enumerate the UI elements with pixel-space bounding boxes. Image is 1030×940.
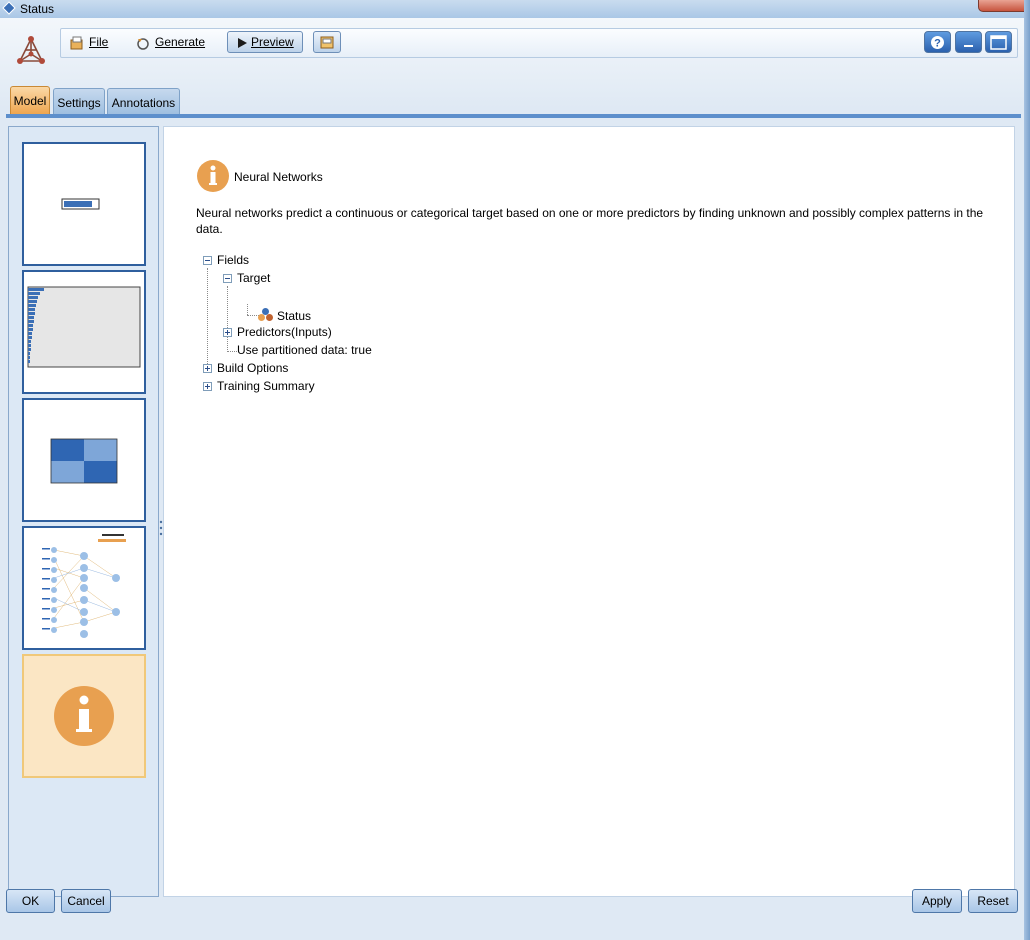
file-menu[interactable]: File — [67, 32, 108, 52]
generate-menu-label: Generate — [155, 35, 206, 49]
tree-node-partitioned[interactable]: Use partitioned data: true — [237, 343, 372, 357]
preview-button-label: Preview — [251, 35, 294, 49]
cancel-button[interactable]: Cancel — [61, 889, 111, 913]
matrix-icon — [50, 438, 118, 484]
tree-connector — [247, 304, 248, 315]
tree-node-fields[interactable]: Fields — [217, 253, 249, 267]
window-title: Status — [20, 2, 55, 16]
tree-node-target[interactable]: Target — [237, 271, 270, 285]
reset-button[interactable]: Reset — [968, 889, 1018, 913]
model-description: Neural networks predict a continuous or … — [196, 206, 984, 236]
bar-chart-thumbnail[interactable] — [22, 270, 146, 394]
network-diagram-thumbnail[interactable] — [22, 526, 146, 650]
tree-node-predictors[interactable]: Predictors(Inputs) — [237, 325, 332, 339]
ok-button[interactable]: OK — [6, 889, 55, 913]
tab-divider — [6, 114, 1021, 118]
tree-connector — [207, 268, 208, 368]
info-icon — [197, 160, 229, 192]
model-summary-panel: Neural Networks Neural networks predict … — [163, 126, 1015, 897]
training-summary-expand-toggle[interactable] — [203, 382, 212, 391]
generate-menu[interactable]: Generate — [133, 32, 205, 52]
categorical-field-icon — [258, 308, 273, 321]
info-large-icon — [54, 686, 114, 746]
preview-button[interactable]: Preview — [227, 31, 303, 53]
export-button[interactable] — [313, 31, 341, 53]
help-button[interactable]: ? — [924, 31, 951, 53]
neural-net-logo-icon — [17, 36, 45, 64]
maximize-icon — [990, 35, 1007, 50]
apply-button[interactable]: Apply — [912, 889, 962, 913]
view-thumbnail-panel — [8, 126, 159, 897]
tab-settings[interactable]: Settings — [53, 88, 105, 114]
predictors-expand-toggle[interactable] — [223, 328, 232, 337]
tree-node-status[interactable]: Status — [277, 309, 311, 323]
classification-matrix-thumbnail[interactable] — [22, 398, 146, 522]
target-collapse-toggle[interactable] — [223, 274, 232, 283]
bar-chart-icon — [27, 286, 141, 368]
build-options-expand-toggle[interactable] — [203, 364, 212, 373]
maximize-button[interactable] — [985, 31, 1012, 53]
tree-connector — [227, 351, 237, 352]
app-diamond-icon — [2, 1, 16, 15]
model-heading: Neural Networks — [234, 170, 323, 184]
fields-collapse-toggle[interactable] — [203, 256, 212, 265]
tab-model[interactable]: Model — [10, 86, 50, 114]
tree-connector — [227, 286, 228, 350]
network-icon — [42, 534, 126, 638]
generate-icon — [137, 38, 149, 50]
minimize-button[interactable] — [955, 31, 982, 53]
help-icon: ? — [931, 36, 944, 50]
play-icon — [238, 37, 247, 48]
title-bar: Status — [0, 0, 1030, 18]
minimize-icon — [964, 45, 973, 47]
predictor-importance-thumbnail[interactable] — [22, 142, 146, 266]
tree-node-build-options[interactable]: Build Options — [217, 361, 288, 375]
tree-node-training-summary[interactable]: Training Summary — [217, 379, 315, 393]
toolbar: File Generate Preview ? — [60, 28, 1018, 58]
file-menu-icon — [70, 36, 83, 50]
file-menu-label: File — [89, 35, 109, 49]
svg-text:?: ? — [934, 38, 941, 50]
export-icon — [320, 36, 334, 49]
tab-annotations[interactable]: Annotations — [107, 88, 180, 114]
model-summary-thumbnail[interactable] — [22, 654, 146, 778]
importance-bar-icon — [61, 198, 100, 210]
window-close-button[interactable] — [978, 0, 1030, 12]
window-edge — [1024, 0, 1030, 940]
model-window: File Generate Preview ? Model Settings A… — [0, 18, 1024, 940]
